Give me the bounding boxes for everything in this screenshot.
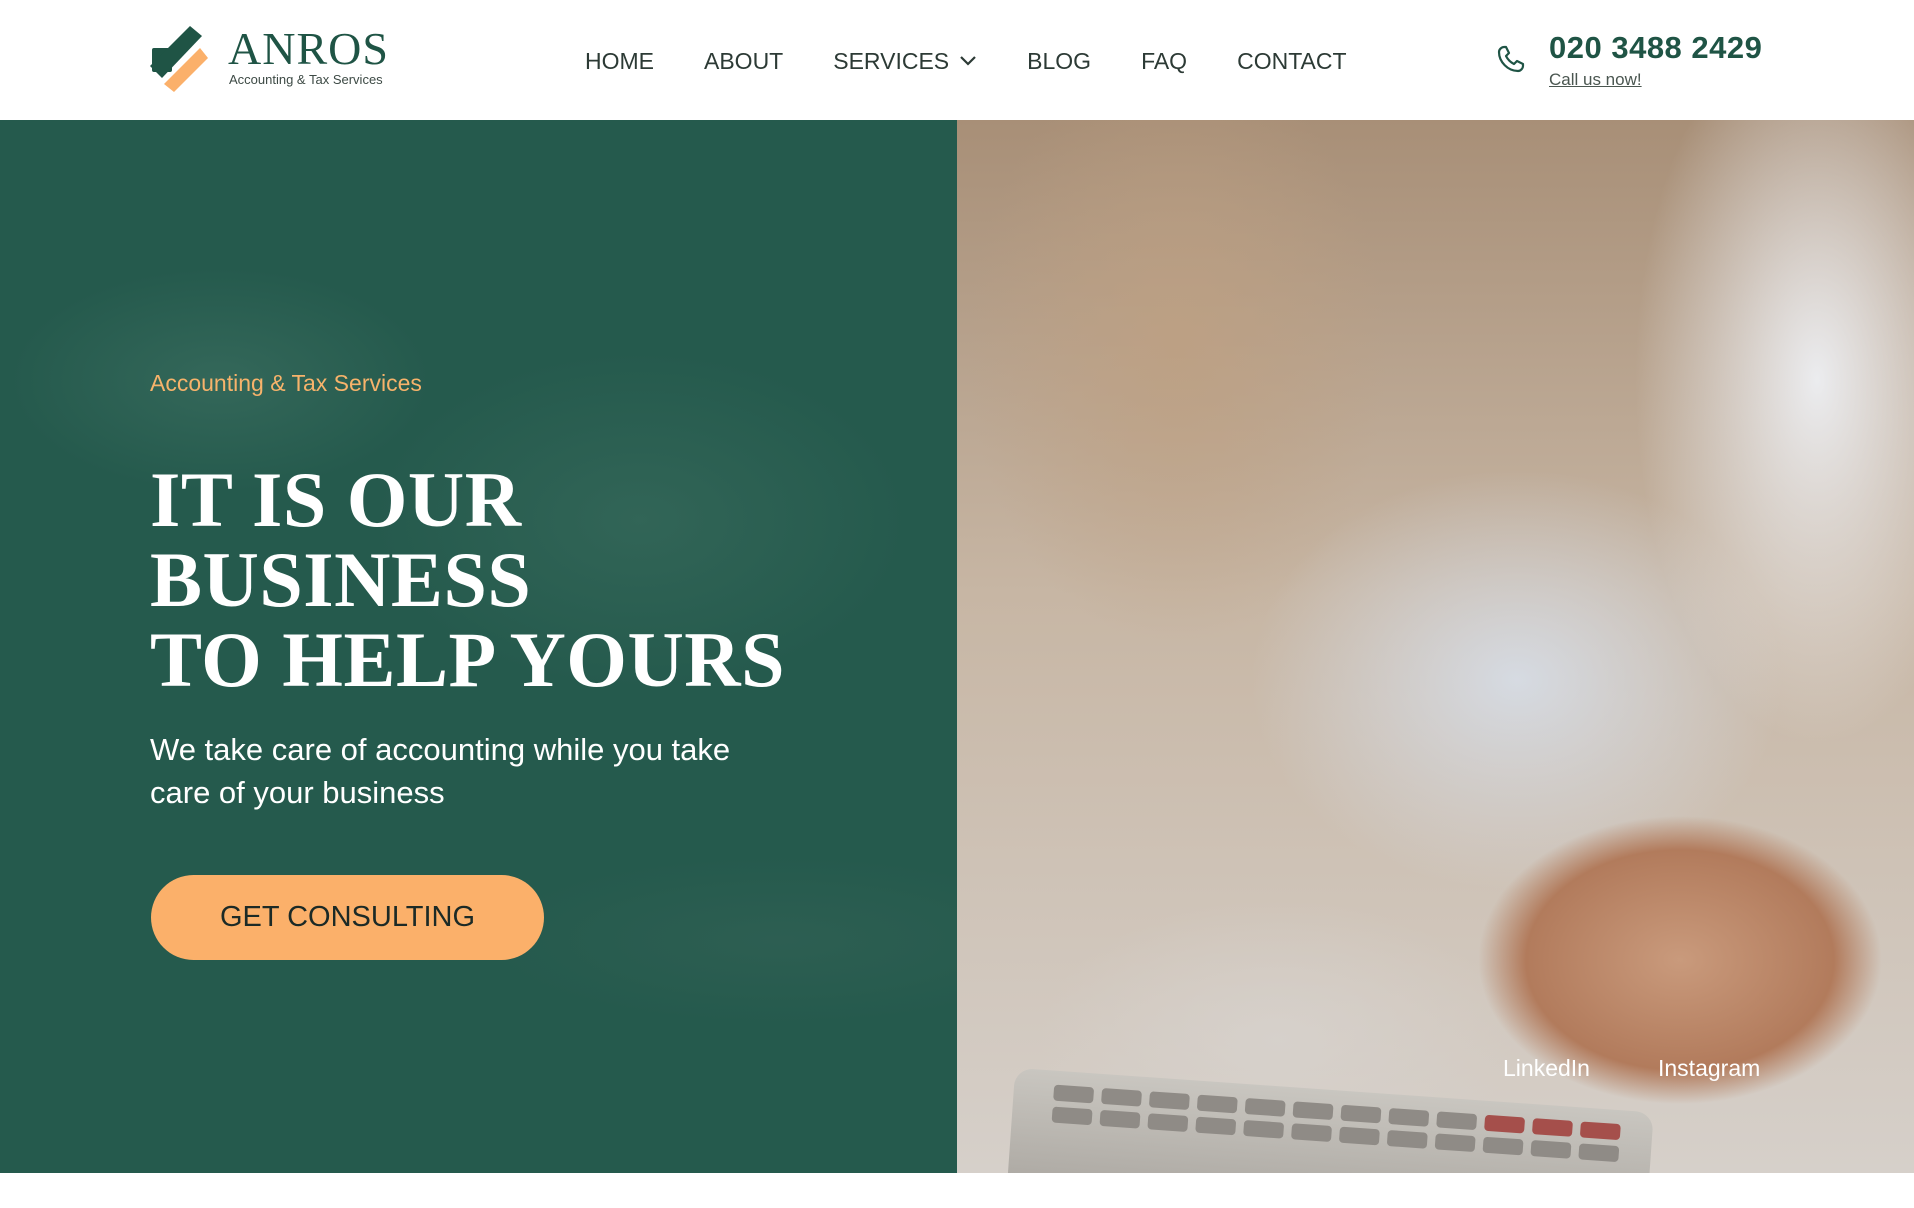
nav-blog[interactable]: BLOG — [1027, 48, 1091, 75]
brand-logo[interactable]: ANROS Accounting & Tax Services — [150, 24, 410, 96]
phone-icon — [1497, 45, 1525, 73]
brand-tagline: Accounting & Tax Services — [229, 72, 383, 87]
nav-services[interactable]: SERVICES — [833, 48, 977, 75]
nav-about[interactable]: ABOUT — [704, 48, 783, 75]
nav-faq[interactable]: FAQ — [1141, 48, 1187, 75]
chevron-down-icon — [960, 56, 976, 66]
brand-name: ANROS — [228, 23, 389, 74]
instagram-link[interactable]: Instagram — [1658, 1055, 1760, 1082]
page-bottom-strip — [0, 1173, 1914, 1208]
phone-number[interactable]: 020 3488 2429 — [1549, 30, 1762, 66]
hero-headline-line-2: BUSINESS — [150, 536, 532, 623]
call-us-link[interactable]: Call us now! — [1549, 70, 1642, 90]
hero-headline: IT IS OUR BUSINESS TO HELP YOURS — [150, 460, 785, 700]
hero-subtext: We take care of accounting while you tak… — [150, 732, 731, 810]
nav-contact[interactable]: CONTACT — [1237, 48, 1346, 75]
nav-home[interactable]: HOME — [585, 48, 654, 75]
hero-headline-line-1: IT IS OUR — [150, 456, 522, 543]
hero-section: Accounting & Tax Services IT IS OUR BUSI… — [0, 120, 1914, 1173]
nav-services-label: SERVICES — [833, 47, 950, 74]
main-nav: HOME ABOUT SERVICES BLOG FAQ CONTACT — [585, 46, 1347, 76]
linkedin-link[interactable]: LinkedIn — [1503, 1055, 1590, 1082]
get-consulting-button[interactable]: GET CONSULTING — [151, 875, 544, 960]
hero-headline-line-3: TO HELP YOURS — [150, 616, 785, 703]
site-header: ANROS Accounting & Tax Services HOME ABO… — [0, 0, 1914, 120]
anros-logo-icon — [150, 26, 208, 92]
hero-eyebrow: Accounting & Tax Services — [150, 370, 422, 396]
